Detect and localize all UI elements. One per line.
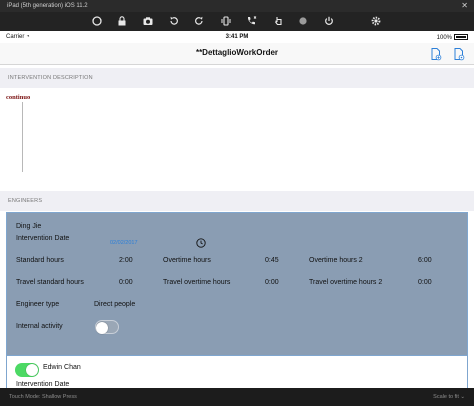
- intervention-date-label: Intervention Date: [16, 381, 70, 388]
- touch-mode-label: Touch Mode: Shallow Press: [9, 394, 77, 400]
- toggle-knob: [96, 322, 108, 334]
- page-title: **DettaglioWorkOrder: [195, 48, 279, 57]
- add-document-icon[interactable]: [430, 47, 442, 61]
- settings-icon[interactable]: [370, 15, 382, 27]
- navigation-bar: **DettaglioWorkOrder: [0, 43, 474, 65]
- engineer-type-value[interactable]: Direct people: [94, 301, 135, 308]
- engineer-name: Edwin Chan: [43, 364, 81, 371]
- rotate-left-icon[interactable]: [168, 15, 180, 27]
- standard-hours-label: Standard hours: [16, 257, 64, 264]
- engineer-card[interactable]: Ding Jie Intervention Date 02/02/2017 St…: [6, 212, 468, 372]
- engineer-select-toggle[interactable]: [15, 363, 39, 377]
- simulator-title: iPad (5th generation) iOS 11.2: [7, 3, 88, 9]
- power-icon[interactable]: [323, 15, 335, 27]
- engineer-name: Ding Jie: [16, 223, 42, 230]
- scale-to-fit-select[interactable]: Scale to fit ⌄: [433, 388, 465, 406]
- intervention-date-value[interactable]: 02/02/2017: [110, 240, 138, 246]
- record-icon[interactable]: [297, 15, 309, 27]
- intervention-description-header: INTERVENTION DESCRIPTION: [0, 68, 474, 88]
- travel-overtime-hours-2-label: Travel overtime hours 2: [309, 279, 383, 286]
- device-screen: Carrier ◔ 3:41 PM 100% **DettaglioWorkOr…: [0, 31, 474, 388]
- internal-activity-toggle[interactable]: [95, 320, 119, 334]
- overtime-hours-2-value[interactable]: 6:00: [418, 257, 432, 264]
- toggle-knob: [26, 364, 38, 376]
- simulator-title-bar: iPad (5th generation) iOS 11.2 ✕: [0, 0, 474, 12]
- intervention-date-label: Intervention Date: [16, 235, 70, 242]
- simulator-footer: Touch Mode: Shallow Press Scale to fit ⌄: [0, 388, 474, 406]
- travel-standard-hours-value[interactable]: 0:00: [119, 279, 133, 286]
- standard-hours-value[interactable]: 2:00: [119, 257, 133, 264]
- engineer-type-label: Engineer type: [16, 301, 60, 308]
- call-icon[interactable]: [245, 15, 257, 27]
- intervention-description-field[interactable]: continuo: [0, 88, 474, 182]
- lock-icon[interactable]: [116, 15, 128, 27]
- document-settings-icon[interactable]: [453, 47, 465, 61]
- engineers-header: ENGINEERS: [0, 191, 474, 211]
- travel-overtime-hours-2-value[interactable]: 0:00: [418, 279, 432, 286]
- status-time: 3:41 PM: [225, 34, 249, 40]
- overtime-hours-label: Overtime hours: [163, 257, 211, 264]
- clock-icon[interactable]: [196, 238, 206, 248]
- overtime-hours-value[interactable]: 0:45: [265, 257, 279, 264]
- travel-overtime-hours-label: Travel overtime hours: [163, 279, 231, 286]
- overtime-hours-2-label: Overtime hours 2: [309, 257, 363, 264]
- battery-indicator: 100%: [437, 34, 468, 41]
- home-icon[interactable]: [91, 15, 103, 27]
- camera-icon[interactable]: [142, 15, 154, 27]
- simulator-toolbar: [0, 12, 474, 31]
- battery-icon: [454, 34, 468, 40]
- rotate-right-icon[interactable]: [193, 15, 205, 27]
- travel-overtime-hours-value[interactable]: 0:00: [265, 279, 279, 286]
- shake-icon[interactable]: [220, 15, 232, 27]
- internal-activity-label: Internal activity: [16, 323, 63, 330]
- travel-standard-hours-label: Travel standard hours: [16, 279, 84, 286]
- status-bar: Carrier ◔ 3:41 PM 100%: [0, 31, 474, 43]
- close-icon[interactable]: ✕: [461, 0, 468, 12]
- engineer-card[interactable]: Edwin Chan Intervention Date: [6, 355, 468, 388]
- intervention-description-text: continuo: [6, 94, 31, 101]
- touch-icon[interactable]: [272, 15, 284, 27]
- text-area-divider: [22, 102, 23, 172]
